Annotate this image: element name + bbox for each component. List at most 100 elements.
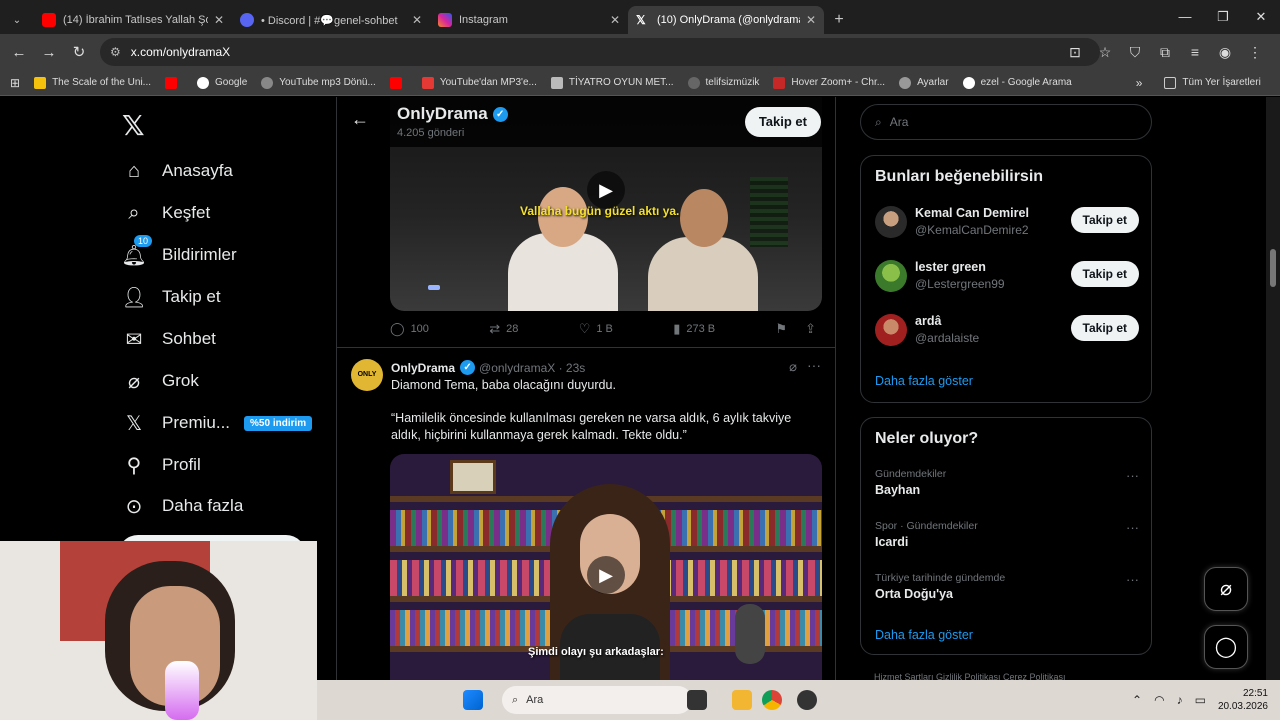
close-icon[interactable]: ✕	[806, 13, 816, 27]
scrollbar[interactable]	[1266, 97, 1280, 680]
apps-icon[interactable]: ⊞	[10, 76, 20, 90]
suggestion-item[interactable]: ardâ @ardalaiste Takip et	[875, 314, 1139, 354]
bookmark-icon[interactable]: ⚑	[775, 321, 787, 337]
profile-icon[interactable]: ◉	[1210, 44, 1240, 61]
follow-button[interactable]: Takip et	[1070, 261, 1139, 287]
app-icon[interactable]	[797, 690, 817, 710]
follow-button[interactable]: Takip et	[744, 107, 821, 137]
grok-icon[interactable]: ⌀	[789, 359, 797, 375]
bookmark-item[interactable]: telifsizmüzik	[687, 76, 759, 89]
taskbar-search[interactable]: ⌕ Ara	[502, 686, 692, 714]
discount-badge: %50 indirim	[244, 415, 313, 431]
back-arrow-icon[interactable]: ←	[351, 109, 369, 130]
clock[interactable]: 22:51 20.03.2026	[1218, 687, 1268, 713]
tab-discord[interactable]: • Discord | #💬genel-sohbet ✕	[232, 6, 430, 34]
views-button[interactable]: ▮ 273 B	[673, 321, 715, 337]
retweet-button[interactable]: ⇄ 28	[489, 321, 518, 337]
like-button[interactable]: ♡ 1 B	[579, 321, 613, 337]
shield-icon[interactable]: ⛉	[1120, 44, 1150, 61]
bookmark-item[interactable]	[389, 76, 408, 89]
bookmark-item[interactable]: ezel - Google Arama	[962, 76, 1072, 89]
tweet-text-line2: “Hamilelik öncesinde kullanılması gereke…	[391, 411, 792, 442]
play-icon[interactable]: ▶	[587, 171, 625, 209]
show-more-link[interactable]: Daha fazla göster	[875, 628, 973, 642]
nav-profile[interactable]: ⚲ Profil	[122, 453, 201, 477]
show-more-link[interactable]: Daha fazla göster	[875, 374, 973, 388]
messages-fab[interactable]: ◯	[1204, 625, 1248, 669]
media-icon[interactable]: ≡	[1180, 44, 1210, 60]
tab-youtube[interactable]: (14) İbrahim Tatlıses Yallah Şoför... ✕	[34, 6, 232, 34]
trend-item[interactable]: Gündemdekiler Bayhan ···	[875, 468, 1139, 497]
bookmark-item[interactable]: YouTube'dan MP3'e...	[421, 76, 537, 89]
nav-chat[interactable]: ✉ Sohbet	[122, 327, 216, 351]
suggestion-item[interactable]: lester green @Lestergreen99 Takip et	[875, 260, 1139, 300]
tab-onlydrama[interactable]: 𝕏 (10) OnlyDrama (@onlydramaX) ✕	[628, 6, 824, 34]
chevron-up-icon[interactable]: ⌃	[1132, 693, 1142, 707]
wifi-icon[interactable]: ◠	[1154, 693, 1164, 707]
footer-links[interactable]: Hizmet Şartları Gizlilik Politikası Çere…	[874, 672, 1066, 680]
grok-fab[interactable]: ⌀	[1204, 567, 1248, 611]
search-input[interactable]: ⌕ Ara	[860, 104, 1152, 140]
video-thumbnail-2[interactable]: ▶ Şimdi olayı şu arkadaşlar:	[390, 454, 822, 680]
forward-icon[interactable]: →	[34, 44, 64, 61]
close-window-icon[interactable]: ✕	[1242, 0, 1280, 34]
task-view-icon[interactable]	[687, 690, 707, 710]
close-icon[interactable]: ✕	[214, 13, 224, 27]
share-icon[interactable]: ⇪	[805, 321, 816, 337]
chrome-icon[interactable]	[762, 690, 782, 710]
bookmark-item[interactable]: Ayarlar	[899, 76, 949, 89]
bookmark-item[interactable]: The Scale of the Uni...	[34, 76, 151, 89]
back-icon[interactable]: ←	[4, 44, 34, 61]
nav-home[interactable]: ⌂ Anasayfa	[122, 159, 233, 183]
follow-button[interactable]: Takip et	[1070, 315, 1139, 341]
more-circle-icon: ⊙	[125, 495, 143, 518]
nav-follow[interactable]: 👤︎ Takip et	[121, 285, 220, 309]
bookmark-item[interactable]: YouTube mp3 Dönü...	[261, 76, 376, 89]
nav-explore[interactable]: ⌕ Keşfet	[122, 201, 210, 225]
battery-icon[interactable]: ▭	[1195, 693, 1206, 707]
windows-start-icon[interactable]	[463, 690, 483, 710]
bookmark-item[interactable]: Hover Zoom+ - Chr...	[773, 76, 885, 89]
follow-button[interactable]: Takip et	[1070, 207, 1139, 233]
more-icon[interactable]: ···	[1126, 572, 1139, 587]
trend-item[interactable]: Türkiye tarihinde gündemde Orta Doğu'ya …	[875, 572, 1139, 601]
site-info-icon[interactable]: ⚙	[110, 45, 121, 59]
reload-icon[interactable]: ↻	[64, 43, 94, 61]
extensions-icon[interactable]: ⧉	[1150, 44, 1180, 61]
menu-icon[interactable]: ⋮	[1240, 44, 1270, 61]
more-icon[interactable]: ···	[807, 357, 821, 373]
address-bar[interactable]: ⚙ x.com/onlydramaX	[100, 38, 1100, 66]
nav-notifications[interactable]: 🔔︎ 10 Bildirimler	[121, 235, 237, 267]
nav-premium[interactable]: 𝕏 Premiu... %50 indirim	[122, 411, 313, 435]
file-explorer-icon[interactable]	[732, 690, 752, 710]
reply-button[interactable]: ◯ 100	[390, 321, 429, 337]
bookmark-star-icon[interactable]: ☆	[1090, 44, 1120, 61]
more-icon[interactable]: ···	[1126, 520, 1139, 535]
install-icon[interactable]: ⊡	[1060, 44, 1090, 61]
tab-instagram[interactable]: Instagram ✕	[430, 6, 628, 34]
bookmark-item[interactable]: TİYATRO OYUN MET...	[550, 76, 674, 89]
more-icon[interactable]: ···	[1126, 468, 1139, 483]
play-icon[interactable]: ▶	[587, 556, 625, 594]
maximize-icon[interactable]: ❐	[1204, 0, 1242, 34]
nav-more[interactable]: ⊙ Daha fazla	[122, 494, 244, 518]
tweet-author[interactable]: OnlyDrama ✓ @onlydramaX · 23s	[391, 360, 585, 375]
tab-list-button[interactable]: ⌄	[0, 6, 34, 34]
bookmark-item[interactable]	[165, 76, 183, 89]
profile-timeline: ← OnlyDrama ✓ 4.205 gönderi Takip et Vall…	[336, 97, 836, 680]
scrollbar-thumb[interactable]	[1270, 249, 1276, 287]
new-tab-button[interactable]: +	[824, 6, 854, 34]
avatar[interactable]: ONLY DRAMA	[351, 359, 383, 410]
close-icon[interactable]: ✕	[412, 13, 422, 27]
all-bookmarks[interactable]: Tüm Yer İşaretleri	[1164, 76, 1261, 89]
close-icon[interactable]: ✕	[610, 13, 620, 27]
trend-item[interactable]: Spor · Gündemdekiler Icardi ···	[875, 520, 1139, 549]
minimize-icon[interactable]: —	[1166, 0, 1204, 34]
window-controls: — ❐ ✕	[1166, 0, 1280, 34]
x-logo-icon[interactable]: 𝕏	[122, 109, 145, 142]
volume-icon[interactable]: ♪	[1177, 693, 1183, 707]
bookmark-item[interactable]: Google	[197, 76, 247, 89]
chevron-right-icon[interactable]: »	[1136, 76, 1143, 90]
nav-grok[interactable]: ⌀ Grok	[122, 369, 199, 393]
suggestion-item[interactable]: Kemal Can Demirel @KemalCanDemire2 Takip…	[875, 206, 1139, 246]
